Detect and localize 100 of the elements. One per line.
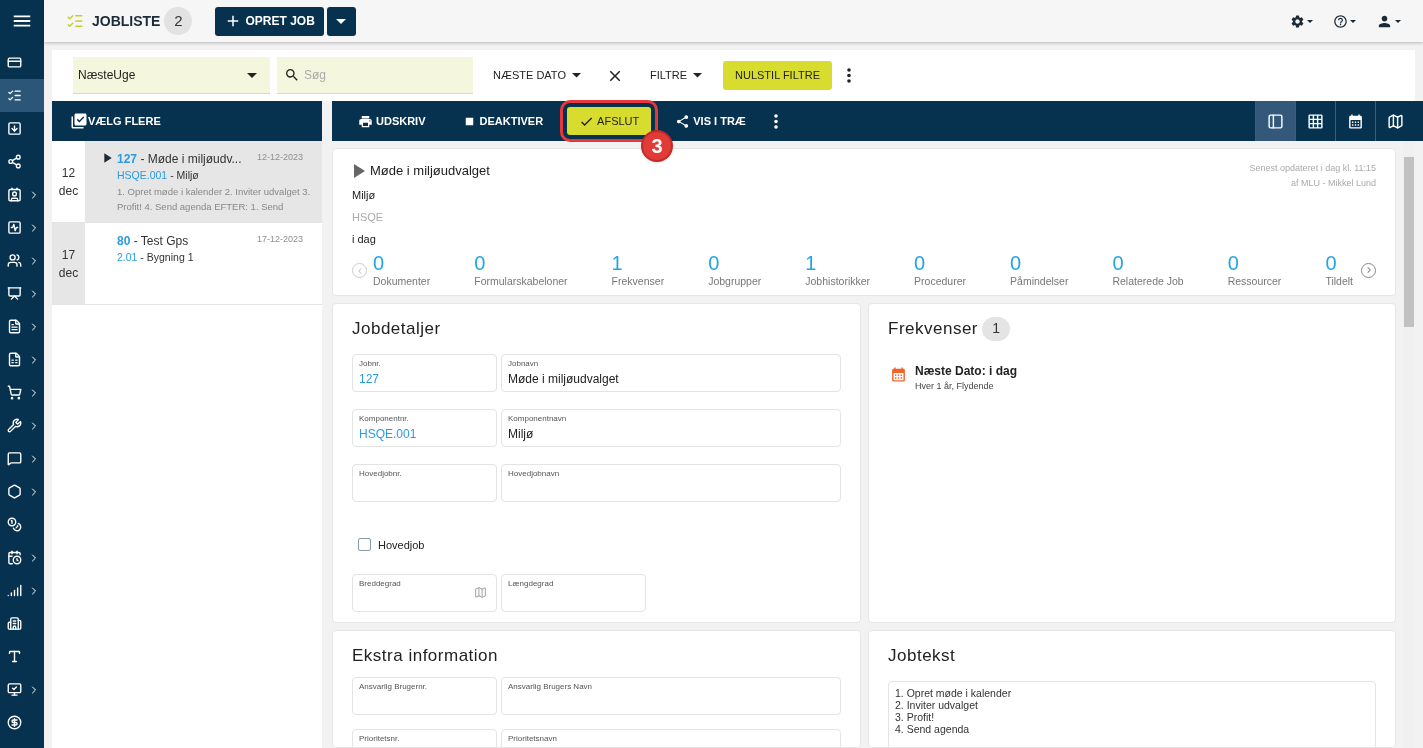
- filter-dropdown[interactable]: FILTRE: [649, 67, 702, 84]
- stat-link[interactable]: 1 Frekvenser: [611, 251, 665, 290]
- settings-icon: [1290, 13, 1305, 29]
- card-title: Jobdetaljer: [352, 318, 441, 340]
- caret-icon: [336, 18, 347, 24]
- checkbox-row[interactable]: Hovedjob: [358, 536, 841, 553]
- form-field[interactable]: Breddegrad: [352, 574, 497, 612]
- form-field[interactable]: Prioritetsnavn: [501, 728, 841, 748]
- form-field[interactable]: Jobnavn Møde i miljøudvalget: [501, 353, 841, 392]
- caret-icon: [1307, 19, 1313, 23]
- field-label: Hovedjobnavn: [508, 468, 561, 479]
- text-line: 2. Inviter udvalget: [895, 698, 979, 711]
- stat-link[interactable]: 0 Ressourcer: [1227, 251, 1282, 290]
- field-label: Længdegrad: [508, 579, 555, 589]
- checkbox-icon: [70, 112, 88, 130]
- checklist-icon: [7, 88, 22, 103]
- form-field[interactable]: Hovedjobnavn: [501, 463, 841, 502]
- download-icon: [7, 121, 22, 136]
- job-title: 127 - Møde i miljøudv...: [117, 151, 242, 168]
- checklist-icon: [66, 12, 84, 30]
- monitor-icon: [7, 682, 22, 697]
- settings-button[interactable]: [1290, 13, 1313, 29]
- share-icon: [7, 154, 22, 169]
- page-title: JOBLISTE: [92, 11, 161, 31]
- chart-board-icon: [7, 286, 22, 301]
- form-field[interactable]: Prioritetsnr.: [352, 728, 497, 748]
- search-input[interactable]: Søg: [304, 66, 466, 84]
- contact-icon: [7, 187, 22, 202]
- help-button[interactable]: [1333, 13, 1356, 29]
- calendar-icon: [1347, 112, 1364, 130]
- form-field[interactable]: Jobnr. 127: [352, 353, 497, 392]
- document-icon: [7, 319, 22, 334]
- caret-icon: [571, 73, 581, 78]
- month-name: dec: [58, 264, 79, 282]
- stat-link[interactable]: 1 Jobhistorikker: [805, 251, 871, 290]
- form-field[interactable]: Hovedjobnr.: [352, 463, 497, 502]
- message-icon: [7, 451, 22, 466]
- field-label: Prioritetsnavn: [508, 733, 558, 744]
- component-name: Miljø: [352, 188, 377, 203]
- caret-icon: [247, 72, 257, 78]
- component-line: HSQE.001 - Miljø: [117, 168, 200, 183]
- calendar-icon: [890, 365, 907, 383]
- stat-link[interactable]: 0 Påmindelser: [1010, 251, 1069, 290]
- coins-icon: [7, 517, 22, 532]
- toolbar-button[interactable]: UDSKRIV: [346, 107, 438, 135]
- stat-link[interactable]: 0 Formularskabeloner: [474, 251, 568, 290]
- card-icon: [7, 55, 22, 70]
- form-field[interactable]: Komponentnr. HSQE.001: [352, 408, 497, 447]
- more-icon: [847, 68, 851, 83]
- stat-link[interactable]: 0 Dokumenter: [373, 251, 431, 290]
- form-field[interactable]: Længdegrad: [501, 574, 646, 612]
- field-label: Ansvarlig Brugernr.: [359, 681, 429, 692]
- caret-icon: [693, 73, 702, 78]
- printer-icon: [358, 113, 373, 129]
- form-field[interactable]: Ansvarlig Brugernr.: [352, 676, 497, 715]
- help-icon: [1333, 13, 1348, 29]
- stat-link[interactable]: 0 Tildelt: [1325, 251, 1353, 290]
- job-text-area[interactable]: 1. Opret møde i kalender 2. Inviter udvalget 3. Profit! 4. Send agenda: [888, 680, 1376, 748]
- search-field[interactable]: Søg: [277, 57, 473, 94]
- day-number: 17: [61, 246, 76, 264]
- card-title: Jobtekst: [888, 645, 956, 667]
- dropdown-button[interactable]: [326, 6, 356, 36]
- frequency-detail: Hver 1 år, Flydende: [915, 379, 995, 393]
- count-badge: 2: [164, 7, 193, 35]
- updated-text: Senest opdateret i dag kl. 11:15: [1249, 162, 1376, 175]
- count-badge: 1: [982, 316, 1011, 341]
- field-label: Breddegrad: [359, 579, 402, 589]
- cart-icon: [7, 385, 22, 400]
- reset-filters-button[interactable]: NULSTIL FILTRE: [723, 61, 832, 90]
- job-date: 12-12-2023: [256, 151, 303, 164]
- more-icon: [773, 113, 778, 129]
- field-value: HSQE.001: [359, 425, 418, 442]
- field-value: Miljø: [508, 425, 535, 442]
- select-multiple-button[interactable]: VÆLG FLERE: [70, 112, 161, 130]
- stat-link[interactable]: 0 Jobgrupper: [708, 251, 762, 290]
- toolbar-button[interactable]: DEAKTIVER: [449, 107, 556, 135]
- job-title: 80 - Test Gps: [117, 233, 189, 250]
- create-job-button[interactable]: OPRET JOB: [215, 6, 324, 36]
- caret-icon: [1395, 19, 1401, 23]
- form-field[interactable]: Ansvarlig Brugers Navn: [501, 676, 841, 715]
- stat-link[interactable]: 0 Relaterede Job: [1112, 251, 1184, 290]
- category-name: HSQE: [352, 209, 385, 225]
- panel-icon: [1267, 112, 1284, 130]
- view-button[interactable]: [1255, 101, 1295, 141]
- calendar-clock-icon: [7, 550, 22, 565]
- grid-icon: [1307, 112, 1324, 130]
- sort-dropdown[interactable]: NÆSTE DATO: [493, 67, 581, 84]
- period-select[interactable]: NæsteUge: [73, 57, 270, 94]
- text-line: 1. Opret møde i kalender: [895, 686, 1013, 699]
- frequency-title: Næste Dato: i dag: [915, 362, 1017, 380]
- field-label: Jobnavn: [508, 358, 540, 369]
- checkbox[interactable]: [358, 538, 371, 552]
- more-button[interactable]: [847, 68, 851, 83]
- stat-link[interactable]: 0 Procedurer: [914, 251, 967, 290]
- field-label: Hovedjobnr.: [359, 468, 403, 479]
- form-field[interactable]: Komponentnavn Miljø: [501, 408, 841, 447]
- field-label: Ansvarlig Brugers Navn: [508, 681, 594, 692]
- text-line: 3. Profit!: [895, 710, 936, 723]
- more-button[interactable]: [773, 113, 778, 129]
- letter-icon: [7, 649, 22, 664]
